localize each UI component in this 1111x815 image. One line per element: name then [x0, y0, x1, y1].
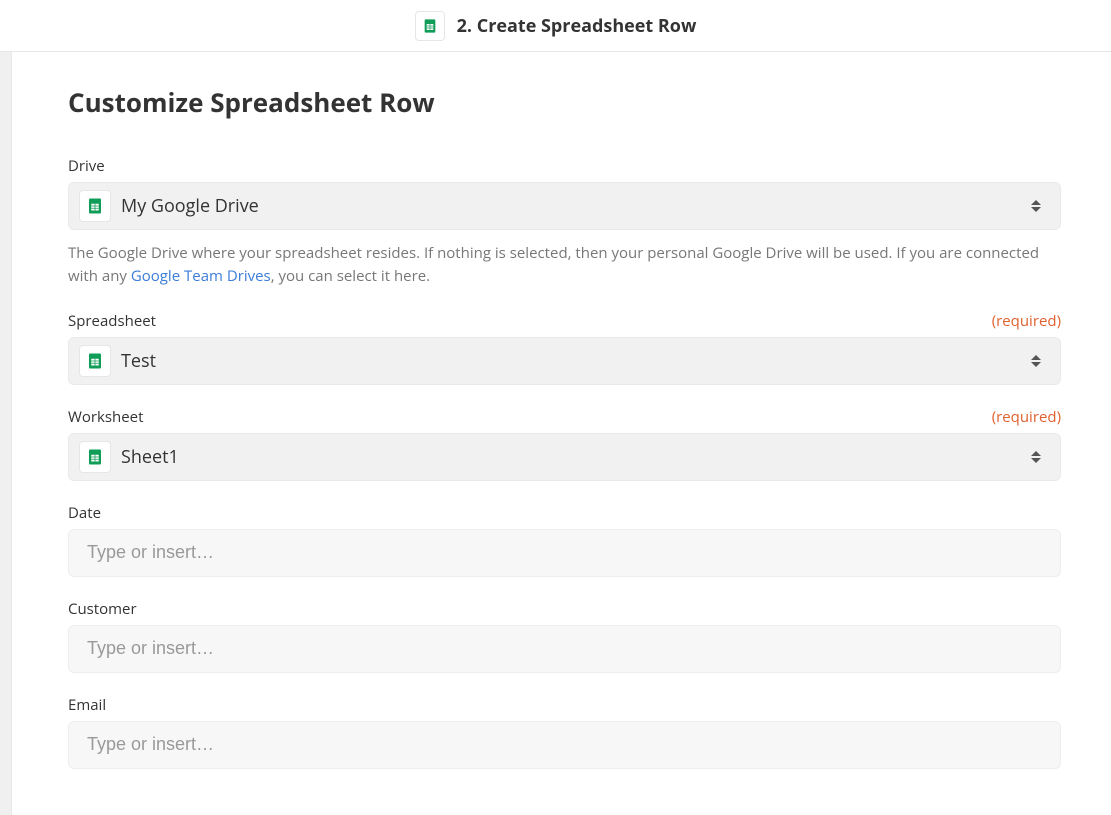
sheets-icon	[422, 18, 438, 34]
worksheet-select[interactable]: Sheet1	[68, 433, 1061, 481]
step-title: 2. Create Spreadsheet Row	[457, 14, 697, 38]
panel-title: Customize Spreadsheet Row	[68, 84, 1061, 120]
customer-label: Customer	[68, 599, 137, 619]
chevron-updown-icon	[1030, 448, 1042, 466]
field-customer: Customer	[68, 599, 1061, 673]
customer-input[interactable]	[68, 625, 1061, 673]
sheets-icon	[79, 345, 111, 377]
spreadsheet-required: (required)	[992, 311, 1061, 331]
worksheet-required: (required)	[992, 407, 1061, 427]
field-date: Date	[68, 503, 1061, 577]
spreadsheet-label: Spreadsheet	[68, 311, 156, 331]
step-header: 2. Create Spreadsheet Row	[0, 0, 1111, 52]
sheets-app-badge	[415, 11, 445, 41]
drive-help-text: The Google Drive where your spreadsheet …	[68, 242, 1061, 289]
left-gutter	[0, 52, 12, 815]
sheets-icon	[79, 441, 111, 473]
date-input[interactable]	[68, 529, 1061, 577]
chevron-updown-icon	[1030, 197, 1042, 215]
drive-value: My Google Drive	[121, 194, 259, 218]
email-label: Email	[68, 695, 106, 715]
drive-help-suffix: , you can select it here.	[271, 266, 430, 286]
field-drive: Drive My Google Drive	[68, 156, 1061, 289]
worksheet-label: Worksheet	[68, 407, 143, 427]
team-drives-link[interactable]: Google Team Drives	[131, 266, 271, 286]
customize-panel: Customize Spreadsheet Row Drive My Googl…	[12, 52, 1111, 815]
drive-label: Drive	[68, 156, 105, 176]
field-email: Email	[68, 695, 1061, 769]
field-worksheet: Worksheet (required) Sheet1	[68, 407, 1061, 481]
spreadsheet-value: Test	[121, 349, 156, 373]
field-spreadsheet: Spreadsheet (required) Test	[68, 311, 1061, 385]
spreadsheet-select[interactable]: Test	[68, 337, 1061, 385]
drive-select[interactable]: My Google Drive	[68, 182, 1061, 230]
sheets-icon	[79, 190, 111, 222]
chevron-updown-icon	[1030, 352, 1042, 370]
email-input[interactable]	[68, 721, 1061, 769]
date-label: Date	[68, 503, 101, 523]
worksheet-value: Sheet1	[121, 445, 179, 469]
